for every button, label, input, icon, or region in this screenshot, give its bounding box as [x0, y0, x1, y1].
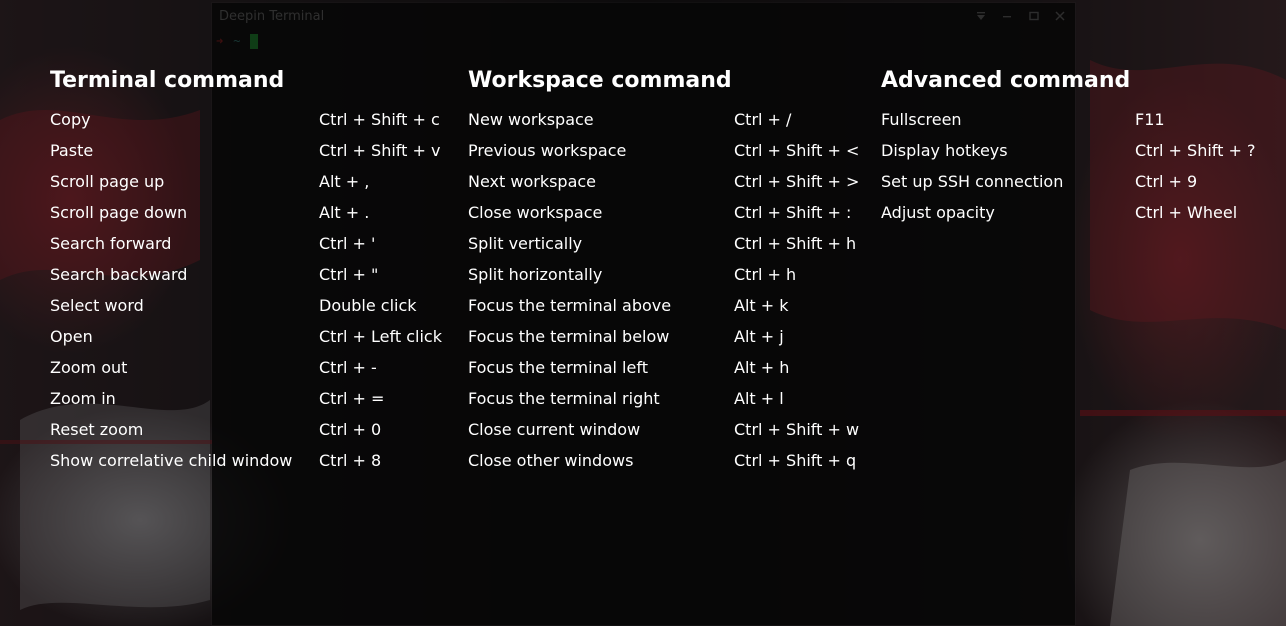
- hotkey-keys: Alt + l: [734, 389, 784, 408]
- hotkey-label: Adjust opacity: [881, 203, 995, 222]
- hotkey-label: Search forward: [50, 234, 172, 253]
- hotkey-keys: Ctrl + Wheel: [1135, 203, 1238, 222]
- hotkey-label: Show correlative child window: [50, 451, 293, 470]
- hotkey-keys: Ctrl + Shift + <: [734, 141, 860, 160]
- hotkey-label: Zoom out: [50, 358, 128, 377]
- hotkey-keys: Ctrl + Shift + q: [734, 451, 857, 470]
- hotkey-label: Previous workspace: [468, 141, 627, 160]
- hotkey-keys: Ctrl + Shift + :: [734, 203, 852, 222]
- workspace-command-title: Workspace command: [468, 68, 732, 93]
- hotkey-keys: Ctrl + Shift + v: [319, 141, 441, 160]
- hotkey-label: Close current window: [468, 420, 641, 439]
- hotkey-keys: Alt + ,: [319, 172, 370, 191]
- hotkey-keys: Ctrl + 8: [319, 451, 382, 470]
- hotkey-label: Close other windows: [468, 451, 634, 470]
- hotkey-keys: Ctrl + =: [319, 389, 385, 408]
- hotkey-label: Copy: [50, 110, 91, 129]
- hotkey-keys: F11: [1135, 110, 1165, 129]
- hotkey-keys: Ctrl + Shift + ?: [1135, 141, 1256, 160]
- hotkey-label: Search backward: [50, 265, 188, 284]
- hotkey-keys: Ctrl + Left click: [319, 327, 442, 346]
- hotkey-keys: Ctrl + Shift + w: [734, 420, 860, 439]
- hotkey-keys: Ctrl + 0: [319, 420, 382, 439]
- hotkey-label: Fullscreen: [881, 110, 962, 129]
- advanced-command-title: Advanced command: [881, 68, 1131, 93]
- hotkey-label: Split horizontally: [468, 265, 603, 284]
- hotkey-label: Focus the terminal below: [468, 327, 670, 346]
- hotkey-keys: Ctrl + 9: [1135, 172, 1198, 191]
- terminal-command-title: Terminal command: [50, 68, 285, 93]
- hotkey-label: Scroll page up: [50, 172, 165, 191]
- hotkey-keys: Alt + h: [734, 358, 790, 377]
- hotkey-label: Display hotkeys: [881, 141, 1008, 160]
- hotkey-label: Paste: [50, 141, 94, 160]
- hotkey-keys: Double click: [319, 296, 417, 315]
- hotkey-keys: Ctrl + ': [319, 234, 376, 253]
- hotkey-label: Close workspace: [468, 203, 603, 222]
- hotkey-label: Reset zoom: [50, 420, 144, 439]
- hotkey-keys: Ctrl + h: [734, 265, 797, 284]
- hotkeys-overlay[interactable]: Terminal command Workspace command Advan…: [0, 0, 1286, 626]
- hotkey-label: Select word: [50, 296, 144, 315]
- hotkey-label: Set up SSH connection: [881, 172, 1064, 191]
- hotkey-keys: Ctrl + ": [319, 265, 379, 284]
- hotkey-keys: Ctrl + Shift + h: [734, 234, 857, 253]
- hotkey-keys: Alt + .: [319, 203, 370, 222]
- hotkey-label: Open: [50, 327, 93, 346]
- hotkey-keys: Alt + j: [734, 327, 784, 346]
- hotkey-label: Focus the terminal right: [468, 389, 660, 408]
- hotkey-label: New workspace: [468, 110, 594, 129]
- desktop: Deepin Terminal: [0, 0, 1286, 626]
- hotkey-label: Zoom in: [50, 389, 116, 408]
- hotkey-keys: Ctrl + -: [319, 358, 377, 377]
- hotkey-label: Focus the terminal left: [468, 358, 648, 377]
- hotkey-label: Focus the terminal above: [468, 296, 672, 315]
- hotkey-label: Scroll page down: [50, 203, 188, 222]
- hotkey-keys: Ctrl + /: [734, 110, 792, 129]
- hotkey-label: Split vertically: [468, 234, 583, 253]
- hotkey-keys: Ctrl + Shift + >: [734, 172, 860, 191]
- hotkey-keys: Ctrl + Shift + c: [319, 110, 440, 129]
- hotkey-keys: Alt + k: [734, 296, 789, 315]
- hotkey-label: Next workspace: [468, 172, 597, 191]
